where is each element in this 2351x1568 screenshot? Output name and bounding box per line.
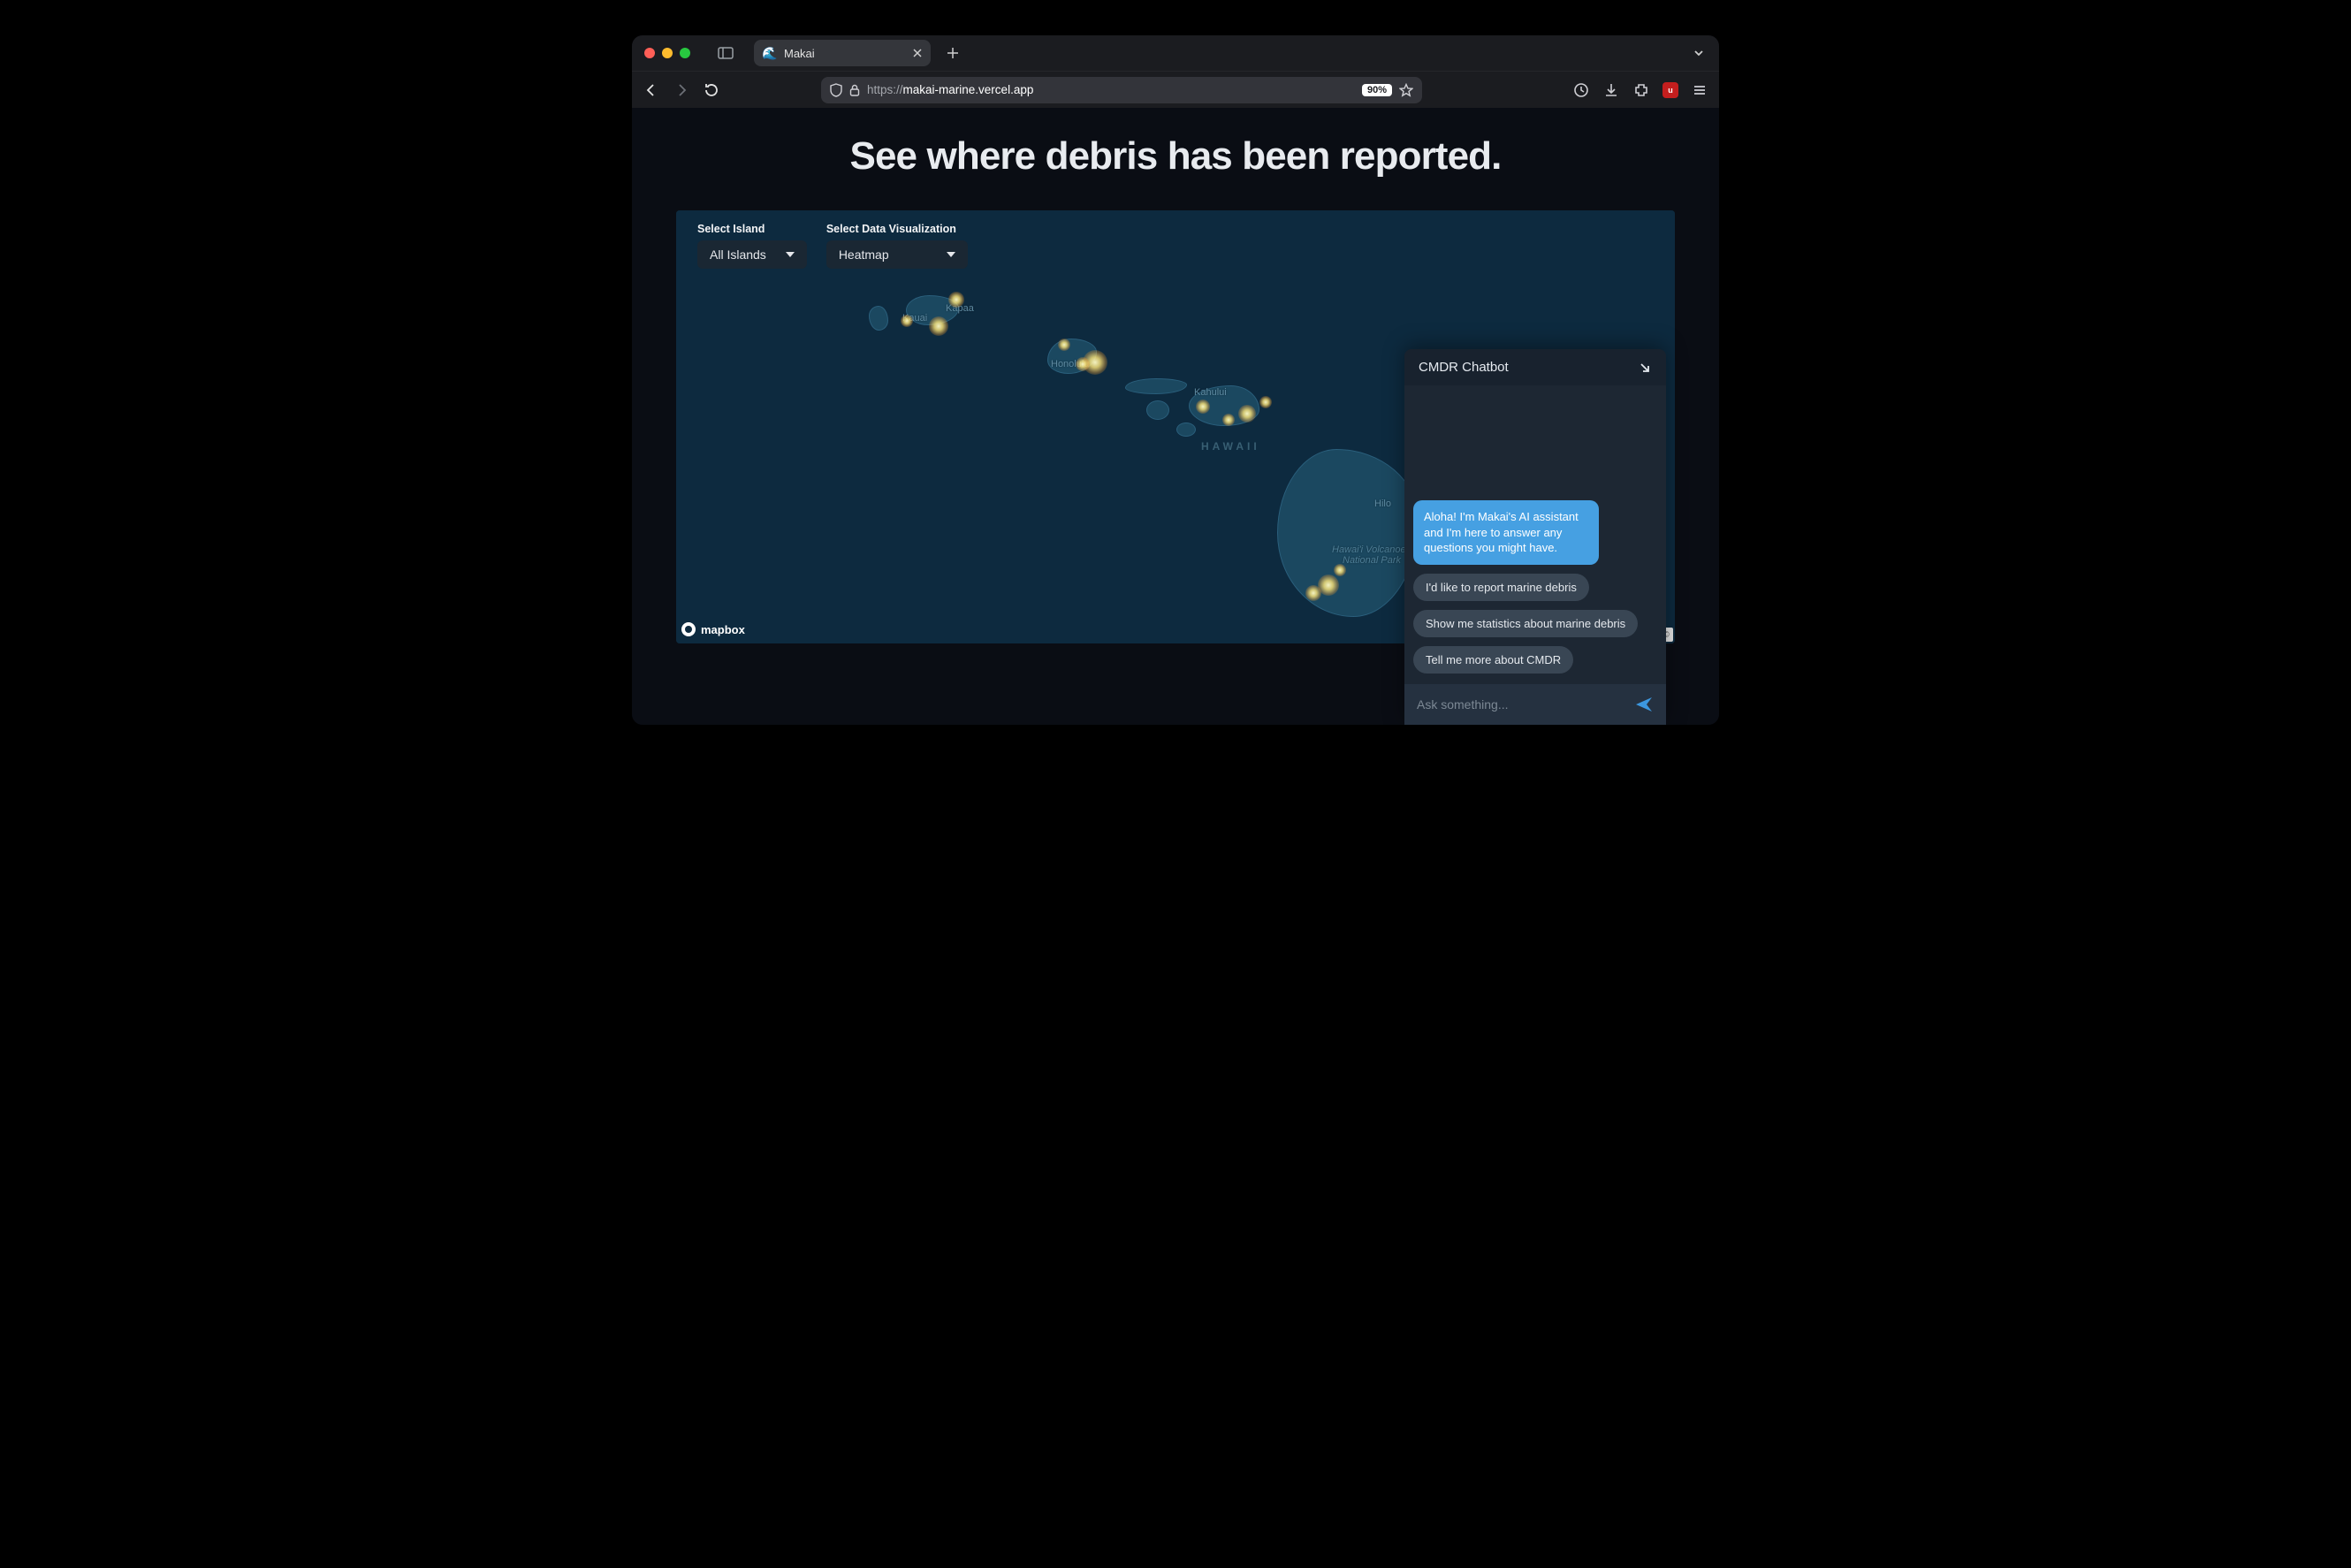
chatbot-body: Aloha! I'm Makai's AI assistant and I'm … [1404,385,1666,684]
window-traffic-lights [644,48,690,58]
browser-tab[interactable]: 🌊 Makai [754,40,931,66]
map-controls: Select Island All Islands Select Data Vi… [697,223,968,269]
viz-select-dropdown[interactable]: Heatmap [826,240,968,269]
url-text: https://makai-marine.vercel.app [867,83,1355,96]
new-tab-button[interactable] [938,47,968,59]
bookmark-star-icon[interactable] [1399,83,1413,97]
wave-icon: 🌊 [763,46,777,60]
close-icon[interactable] [913,49,922,57]
caret-down-icon [947,252,955,257]
island-maui [1189,385,1259,426]
viz-select-value: Heatmap [839,247,927,262]
chatbot-suggestion-chip[interactable]: Show me statistics about marine debris [1413,610,1638,637]
chatbot-greeting-message: Aloha! I'm Makai's AI assistant and I'm … [1413,500,1599,565]
mapbox-logo-icon [681,622,696,636]
window-minimize-button[interactable] [662,48,673,58]
history-icon[interactable] [1572,81,1590,99]
reload-button[interactable] [703,81,720,99]
island-lanai [1146,400,1169,420]
back-button[interactable] [643,81,660,99]
chatbot-header: CMDR Chatbot [1404,349,1666,385]
send-icon[interactable] [1634,695,1654,714]
forward-button[interactable] [673,81,690,99]
island-kahoolawe [1176,422,1196,437]
chatbot-suggestion-chip[interactable]: Tell me more about CMDR [1413,646,1573,674]
tabs-overflow-button[interactable] [1687,47,1710,59]
viz-control: Select Data Visualization Heatmap [826,223,968,269]
mapbox-attribution[interactable]: mapbox [681,622,745,636]
browser-toolbar: https://makai-marine.vercel.app 90% u [632,71,1719,108]
island-select-value: All Islands [710,247,766,262]
chatbot-collapse-button[interactable] [1638,361,1652,375]
tab-title: Makai [784,47,906,60]
chatbot-title: CMDR Chatbot [1419,360,1509,375]
viz-select-label: Select Data Visualization [826,223,968,235]
chatbot-text-input[interactable] [1417,697,1625,712]
caret-down-icon [786,252,795,257]
island-select-label: Select Island [697,223,807,235]
page-content: See where debris has been reported. Sele… [632,108,1719,725]
page-headline: See where debris has been reported. [676,134,1675,179]
shield-icon[interactable] [830,83,842,97]
island-control: Select Island All Islands [697,223,807,269]
window-close-button[interactable] [644,48,655,58]
window-zoom-button[interactable] [680,48,690,58]
browser-window: 🌊 Makai [632,35,1719,725]
zoom-badge[interactable]: 90% [1362,84,1392,96]
ublock-icon[interactable]: u [1662,82,1678,98]
sidebar-toggle-icon[interactable] [715,44,736,62]
island-niihau [869,306,888,331]
mapbox-attribution-text: mapbox [701,623,745,636]
hamburger-menu-icon[interactable] [1691,81,1708,99]
chatbot-input-row [1404,684,1666,725]
lock-icon[interactable] [849,84,860,96]
titlebar: 🌊 Makai [632,35,1719,71]
chatbot-suggestion-chip[interactable]: I'd like to report marine debris [1413,574,1589,601]
downloads-icon[interactable] [1602,81,1620,99]
island-select-dropdown[interactable]: All Islands [697,240,807,269]
url-bar[interactable]: https://makai-marine.vercel.app 90% [821,77,1422,103]
chatbot-panel: CMDR Chatbot Aloha! I'm Makai's AI assis… [1404,349,1666,725]
extensions-icon[interactable] [1632,81,1650,99]
